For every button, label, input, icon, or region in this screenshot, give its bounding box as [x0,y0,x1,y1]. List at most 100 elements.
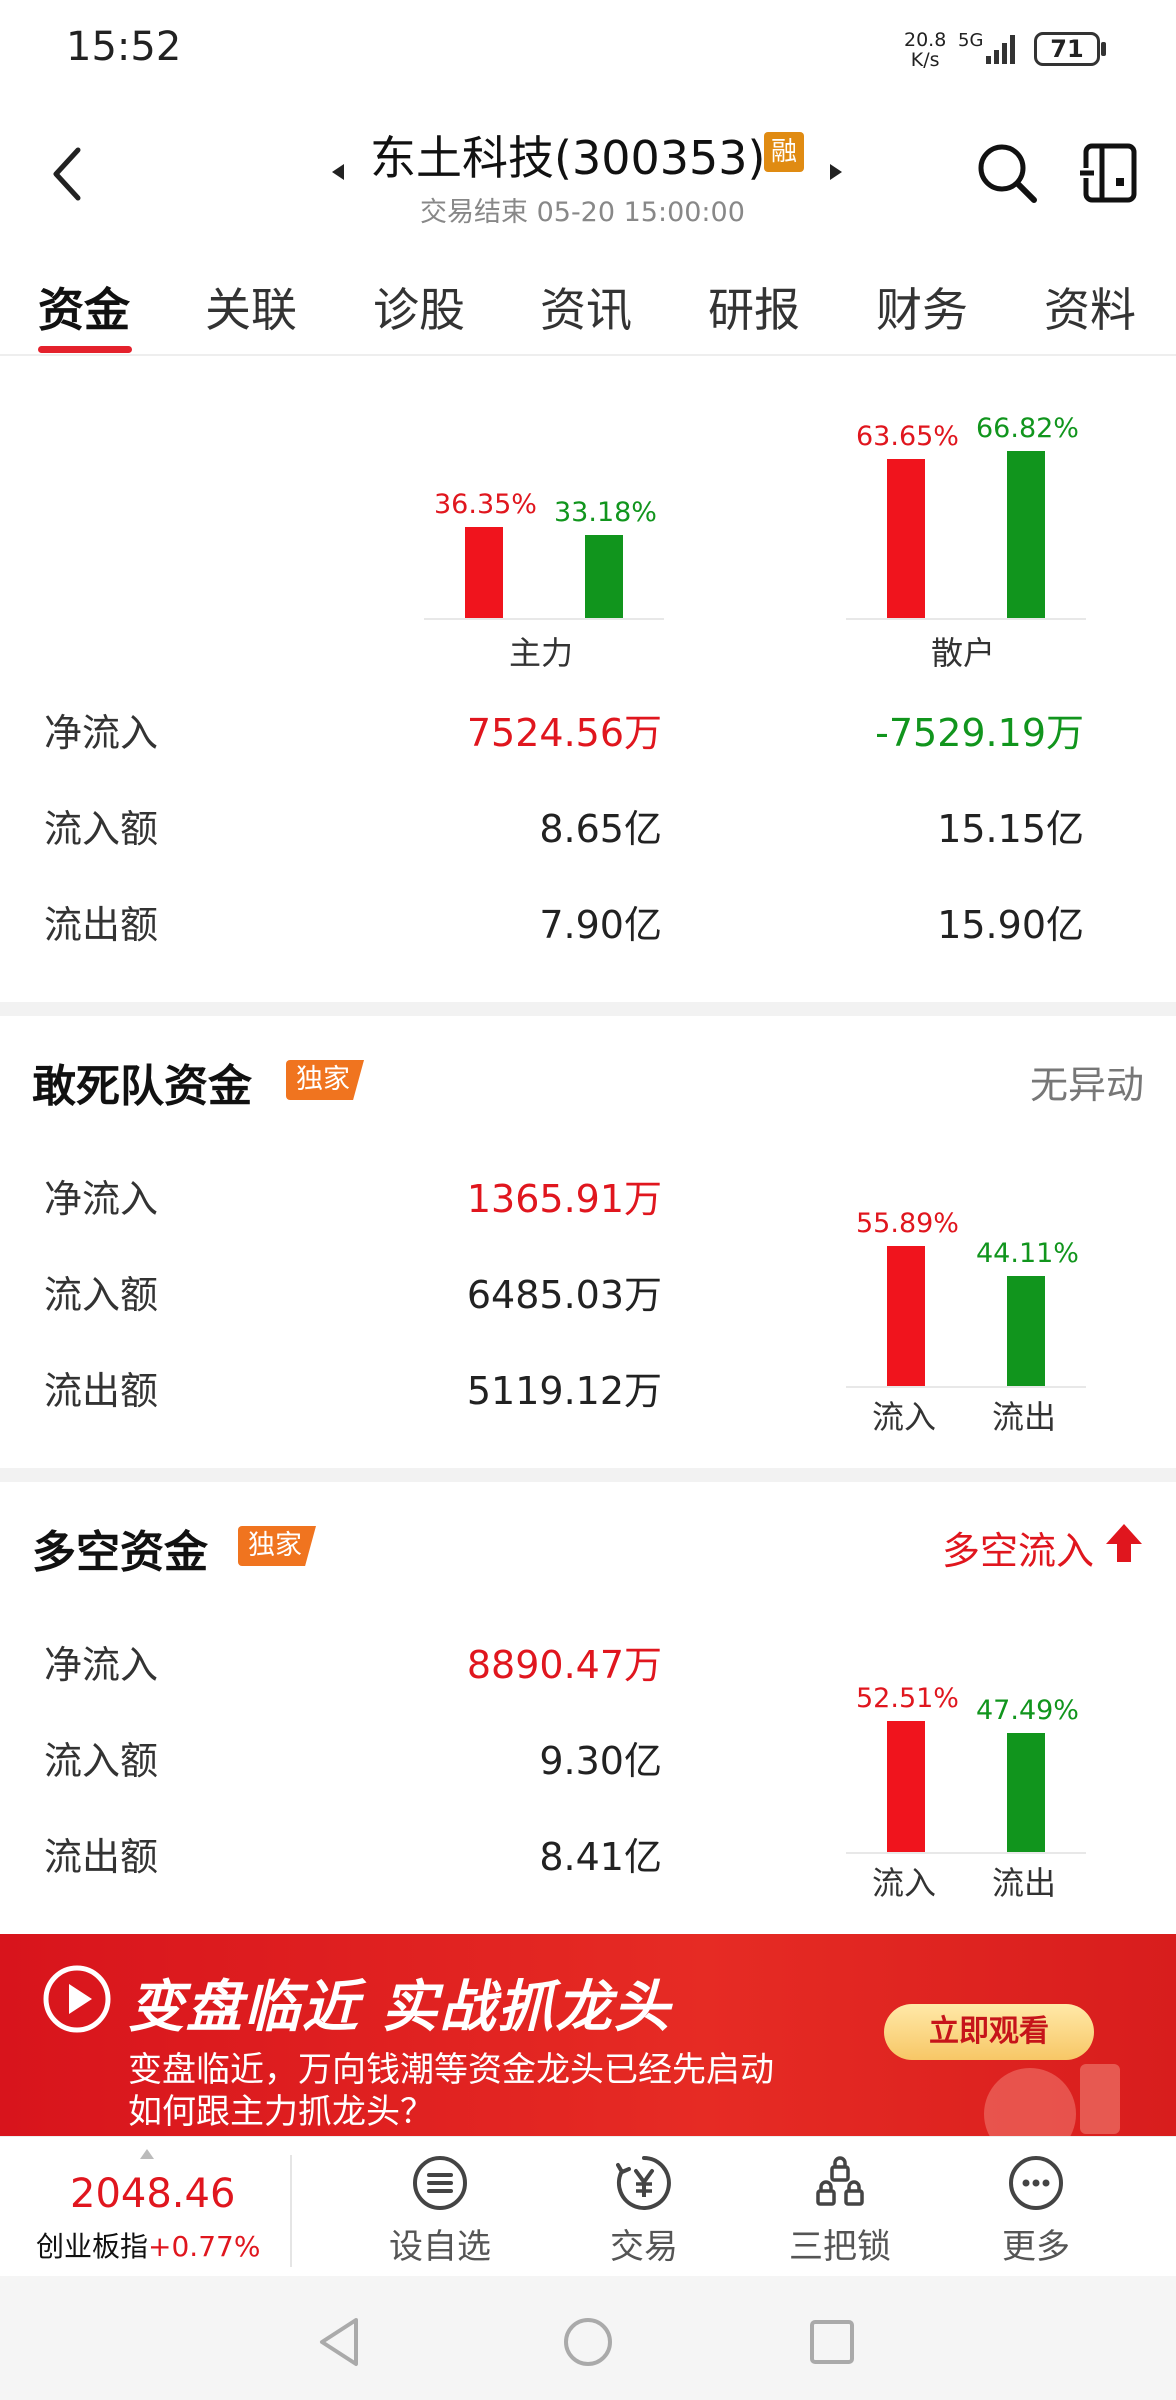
tab-diagnosis[interactable]: 诊股 [373,274,465,340]
tab-research[interactable]: 研报 [708,274,800,340]
battery-icon: 71 [1034,32,1100,66]
section-divider [0,1002,1176,1016]
long-short-outflow: 8.41亿 [539,1835,662,1879]
main-inflow: 8.65亿 [539,807,662,851]
outflow-label: 流出额 [44,1369,159,1413]
share-icon[interactable] [1080,142,1140,204]
inflow-bar [887,1246,925,1386]
more-button[interactable]: 更多 [966,2155,1106,2267]
section-divider [0,1468,1176,1482]
list-icon [413,2156,467,2210]
net-inflow-label: 净流入 [44,1177,159,1221]
exclusive-badge: 独家 [238,1526,316,1566]
net-inflow-label: 净流入 [44,1643,159,1687]
exclusive-badge: 独家 [286,1060,364,1100]
dare-team-net-inflow: 1365.91万 [466,1177,662,1221]
next-stock-icon[interactable] [828,162,844,182]
banner-subtitle-2: 如何跟主力抓龙头？ [128,2092,434,2132]
yuan-icon [616,2156,671,2210]
caret-up-icon [140,2149,154,2159]
stock-title: 东土科技(300353) [370,131,766,185]
nav-back-icon[interactable] [312,2314,368,2370]
main-fund-chart: 主力 36.35% 33.18% [424,380,664,672]
tab-news[interactable]: 资讯 [540,274,632,340]
percent-label: 66.82% [976,412,1079,444]
dare-team-title: 敢死队资金 [32,1061,252,1112]
main-net-inflow: 7524.56万 [466,711,662,755]
more-label: 更多 [1002,2227,1070,2267]
tab-related[interactable]: 关联 [205,274,297,340]
outflow-bar [585,535,623,618]
watch-now-button[interactable]: 立即观看 [884,2004,1094,2060]
three-locks-button[interactable]: 三把锁 [770,2155,910,2267]
battery-level: 71 [1050,35,1084,63]
nav-recents-icon[interactable] [804,2314,860,2370]
active-tab-indicator [38,346,132,353]
percent-label: 47.49% [976,1695,1079,1727]
index-value[interactable]: 2048.46 [70,2171,235,2217]
promo-banner[interactable]: 变盘临近 实战抓龙头 变盘临近，万向钱潮等资金龙头已经先启动 如何跟主力抓龙头？… [0,1934,1176,2136]
nav-home-icon[interactable] [560,2314,616,2370]
inflow-bar [465,527,503,618]
margin-trading-badge: 融 [764,132,804,172]
search-icon[interactable] [974,140,1040,206]
chart-category: 流出 [992,1864,1057,1902]
inflow-bar [887,458,925,618]
trade-status: 交易结束 05-20 15:00:00 [420,197,745,228]
outflow-label: 流出额 [44,903,159,947]
trade-button[interactable]: 交易 [574,2155,714,2267]
percent-label: 52.51% [856,1682,959,1714]
tab-finance[interactable]: 财务 [876,274,968,340]
long-short-net-inflow: 8890.47万 [466,1643,662,1687]
retail-net-inflow: -7529.19万 [875,711,1084,755]
signal-icon [986,35,1015,64]
retail-fund-chart: 散户 63.65% 66.82% [846,380,1086,672]
network-speed-value: 20.8 [904,29,947,51]
status-time: 15:52 [66,24,182,70]
net-inflow-label: 净流入 [44,711,159,755]
three-locks-label: 三把锁 [789,2227,891,2267]
add-watchlist-label: 设自选 [389,2227,491,2267]
chart-category: 流出 [992,1398,1057,1436]
outflow-bar [1007,1275,1045,1386]
chart-category: 主力 [509,634,574,672]
chart-category: 散户 [931,634,996,672]
percent-label: 44.11% [976,1237,1079,1269]
system-nav-bar [0,2276,1176,2400]
outflow-bar [1007,1733,1045,1852]
network-speed: 20.8 K/s [904,30,946,70]
tab-profile[interactable]: 资料 [1044,274,1136,340]
tab-bar: 资金 关联 诊股 资讯 研报 财务 资料 [0,264,1176,356]
battery-cap [1101,42,1106,56]
add-watchlist-button[interactable]: 设自选 [370,2155,510,2267]
index-quote[interactable]: 创业板指+0.77% [36,2225,260,2265]
percent-label: 63.65% [856,420,959,452]
chart-baseline [846,1852,1086,1854]
lock-icon [816,2156,864,2206]
inflow-label: 流入额 [44,807,159,851]
outflow-bar [1007,450,1045,618]
banner-title: 变盘临近 实战抓龙头 [128,1975,672,2040]
up-arrow-icon [1106,1524,1142,1562]
more-icon [1009,2156,1063,2210]
outflow-label: 流出额 [44,1835,159,1879]
chart-category: 流入 [872,1864,937,1902]
previous-stock-icon[interactable] [330,162,346,182]
index-name: 创业板指 [36,2230,149,2263]
dare-team-chart: 55.89% 44.11% 流入 流出 [846,1208,1086,1438]
back-icon[interactable] [48,144,88,204]
tab-funds[interactable]: 资金 [38,274,130,340]
percent-label: 55.89% [856,1208,959,1240]
long-short-inflow: 9.30亿 [539,1739,662,1783]
toolbar-divider [290,2155,292,2267]
main-outflow: 7.90亿 [539,903,662,947]
long-short-title: 多空资金 [32,1527,208,1578]
long-short-chart: 52.51% 47.49% 流入 流出 [846,1683,1086,1904]
chart-baseline [846,1386,1086,1388]
play-icon [43,1965,111,2033]
percent-label: 33.18% [554,497,657,529]
long-short-status: 多空流入 [941,1529,1094,1573]
bottom-toolbar: 2048.46 创业板指+0.77% 设自选 交易 三把锁 更多 [0,2136,1176,2276]
dare-team-inflow: 6485.03万 [466,1273,662,1317]
inflow-label: 流入额 [44,1739,159,1783]
